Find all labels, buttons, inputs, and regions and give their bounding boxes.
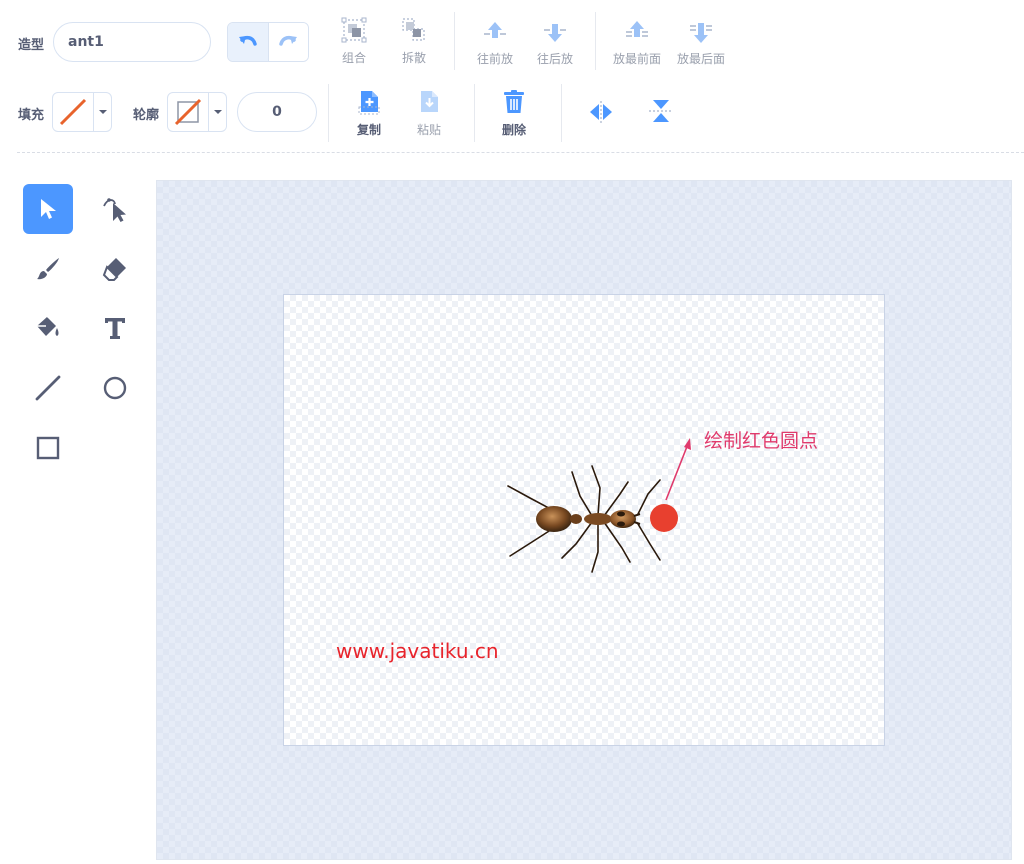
reshape-icon	[103, 198, 126, 222]
paste-icon	[421, 91, 438, 112]
redo-button[interactable]	[268, 23, 308, 61]
costume-label: 造型	[18, 38, 45, 53]
flip-horizontal-icon	[590, 101, 612, 123]
outline-label: 轮廓	[133, 108, 160, 123]
fill-color-picker[interactable]	[52, 92, 112, 132]
fill-label: 填充	[18, 108, 45, 123]
outline-color-picker[interactable]	[167, 92, 227, 132]
paste-button[interactable]: 粘贴	[399, 89, 459, 138]
group-label: 组合	[341, 51, 366, 65]
separator	[474, 84, 475, 142]
ungroup-button[interactable]: 拆散	[384, 17, 444, 66]
copy-button[interactable]: 复制	[339, 89, 399, 138]
toolbar-divider	[17, 152, 1024, 153]
select-tool[interactable]	[23, 184, 73, 234]
costume-name-input[interactable]	[53, 22, 211, 62]
eraser-icon	[102, 258, 126, 281]
separator	[561, 84, 562, 142]
flip-horizontal-button[interactable]	[588, 100, 614, 128]
annotation-arrow	[665, 438, 691, 501]
circle-tool[interactable]	[90, 363, 140, 413]
flip-vertical-button[interactable]	[648, 98, 674, 128]
copy-label: 复制	[356, 123, 381, 137]
select-icon	[41, 199, 56, 219]
front-label: 放最前面	[612, 52, 661, 66]
outline-width-input[interactable]	[237, 92, 317, 132]
flip-vertical-icon	[649, 100, 673, 122]
brush-icon	[37, 258, 59, 280]
copy-icon	[358, 91, 380, 115]
separator	[595, 12, 596, 70]
line-icon	[35, 375, 61, 401]
separator	[328, 84, 329, 142]
fill-tool[interactable]	[23, 303, 73, 353]
no-fill-icon	[59, 98, 87, 126]
forward-button[interactable]: 往前放	[465, 20, 525, 67]
red-dot[interactable]	[650, 504, 678, 532]
chevron-down-icon	[213, 110, 222, 114]
fill-swatch[interactable]	[53, 93, 94, 131]
separator	[454, 12, 455, 70]
text-tool[interactable]	[90, 303, 140, 353]
rectangle-tool[interactable]	[23, 423, 73, 473]
undo-icon	[238, 35, 257, 46]
fill-icon	[37, 313, 59, 336]
group-icon	[341, 17, 367, 43]
paste-label: 粘贴	[416, 123, 441, 137]
forward-label: 往前放	[476, 52, 513, 66]
backward-label: 往后放	[536, 52, 573, 66]
backward-icon	[544, 24, 566, 42]
chevron-down-icon	[98, 110, 107, 114]
forward-icon	[484, 22, 506, 38]
back-icon	[690, 23, 712, 43]
delete-button[interactable]: 删除	[484, 89, 544, 138]
rectangle-icon	[36, 436, 60, 460]
eraser-tool[interactable]	[90, 244, 140, 294]
ungroup-label: 拆散	[401, 51, 426, 65]
bring-to-front-button[interactable]: 放最前面	[607, 20, 667, 67]
line-tool[interactable]	[23, 363, 73, 413]
backward-button[interactable]: 往后放	[525, 20, 585, 67]
annotation-text: 绘制红色圆点	[704, 430, 819, 452]
watermark-text: www.javatiku.cn	[336, 639, 499, 663]
no-outline-icon	[174, 98, 202, 126]
front-icon	[626, 21, 648, 37]
delete-label: 删除	[501, 123, 526, 137]
undo-button[interactable]	[228, 23, 269, 61]
reshape-tool[interactable]	[90, 184, 140, 234]
outline-swatch[interactable]	[168, 93, 209, 131]
text-icon	[105, 318, 125, 339]
fill-dropdown[interactable]	[94, 93, 111, 131]
ungroup-icon	[402, 18, 425, 41]
send-to-back-button[interactable]: 放最后面	[671, 20, 731, 67]
outline-dropdown[interactable]	[209, 93, 226, 131]
delete-icon	[504, 90, 524, 113]
redo-icon	[279, 35, 298, 46]
circle-icon	[103, 376, 127, 400]
back-label: 放最后面	[676, 52, 725, 66]
undo-redo-group	[227, 22, 309, 62]
brush-tool[interactable]	[23, 244, 73, 294]
group-button[interactable]: 组合	[324, 17, 384, 66]
